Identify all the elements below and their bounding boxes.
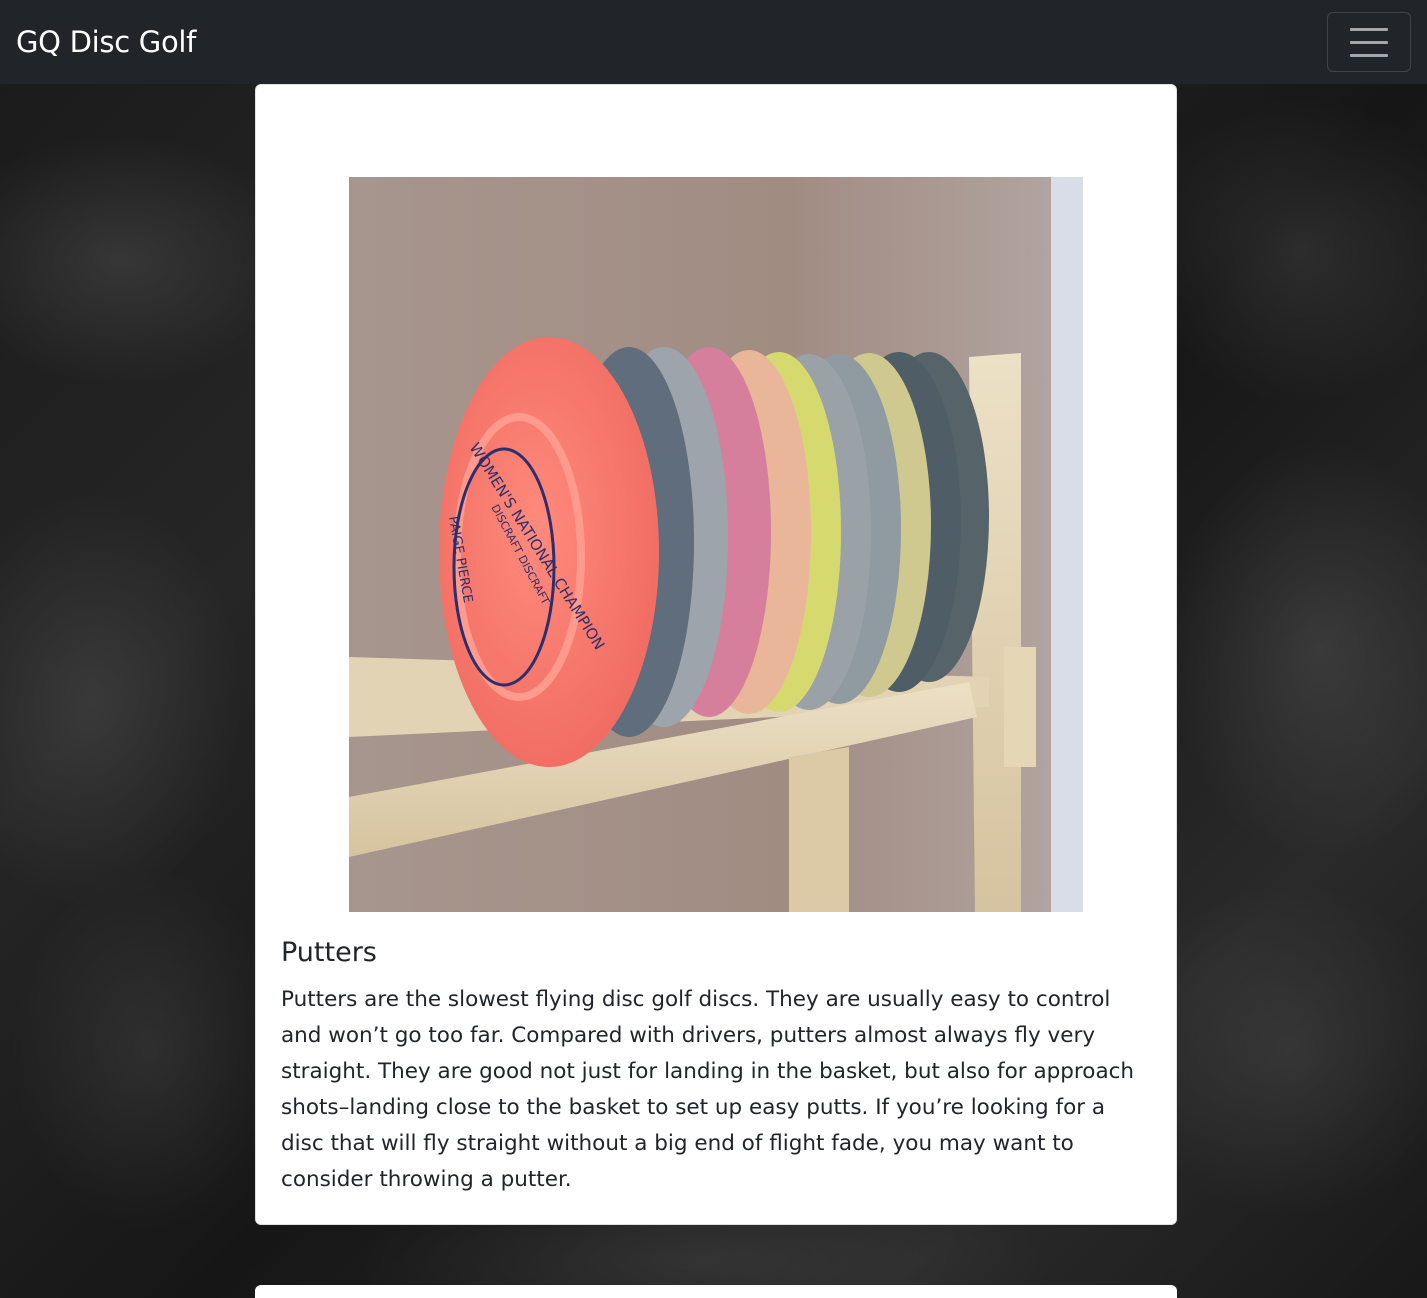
article-text: Putters are the slowest flying disc golf… (281, 987, 1135, 1192)
hamburger-menu-icon-bar-2 (1350, 40, 1388, 44)
article-card: WOMEN'S NATIONAL CHAMPION DISCRAFT DISCR… (255, 84, 1177, 1225)
hamburger-menu-icon (1350, 27, 1388, 31)
next-article-card (255, 1285, 1177, 1298)
menu-toggle-button[interactable] (1327, 12, 1411, 72)
hamburger-menu-icon-bar-3 (1350, 53, 1388, 57)
putters-photo-illustration: WOMEN'S NATIONAL CHAMPION DISCRAFT DISCR… (349, 177, 1083, 912)
article-body: Putters Putters are the slowest flying d… (281, 937, 1153, 1198)
article-title: Putters (281, 937, 377, 968)
navbar: GQ Disc Golf (0, 0, 1427, 84)
brand-link[interactable]: GQ Disc Golf (16, 25, 196, 59)
putters-photo: WOMEN'S NATIONAL CHAMPION DISCRAFT DISCR… (349, 177, 1083, 912)
